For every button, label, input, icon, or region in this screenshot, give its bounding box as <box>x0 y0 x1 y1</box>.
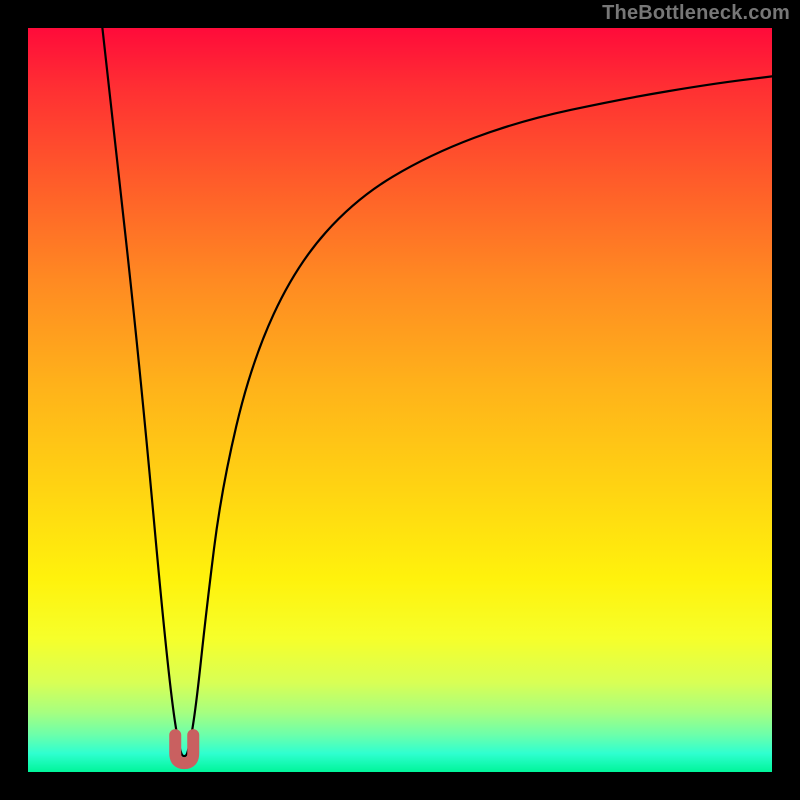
minimum-marker <box>175 735 193 763</box>
plot-area <box>28 28 772 772</box>
chart-svg <box>28 28 772 772</box>
watermark-text: TheBottleneck.com <box>602 2 790 25</box>
chart-frame: TheBottleneck.com <box>0 0 800 800</box>
bottleneck-curve <box>102 28 772 756</box>
